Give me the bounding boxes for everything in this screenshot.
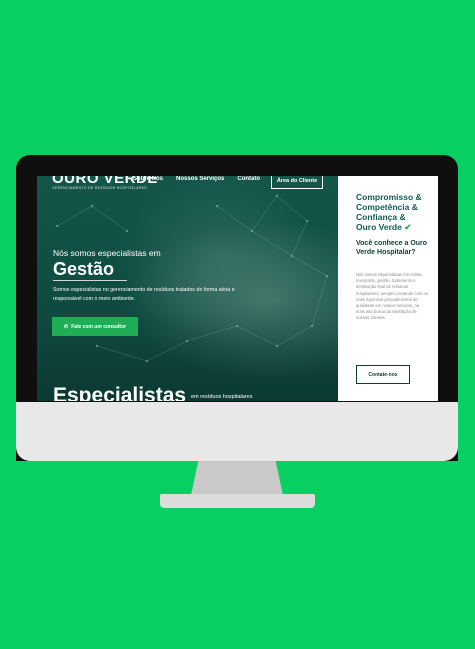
logo-subtitle: GERENCIAMENTO DE RESÍDUOS HOSPITALARES bbox=[52, 186, 147, 190]
sidebar-title: Compromisso & Competência & Confiança & … bbox=[356, 192, 436, 232]
main-nav: Sobre Nós Nossos Serviços Contato bbox=[133, 176, 260, 182]
monitor-chin bbox=[16, 402, 458, 461]
client-area-button[interactable]: Área do Cliente bbox=[271, 176, 323, 189]
nav-item-sobre[interactable]: Sobre Nós bbox=[133, 176, 163, 182]
specialists-subtitle: em resíduos hospitalares bbox=[191, 394, 253, 400]
sidebar-title-line: Ouro Verde ✔ bbox=[356, 222, 436, 232]
sidebar-title-line: Compromisso & bbox=[356, 192, 422, 202]
sidebar-title-line: Competência & bbox=[356, 202, 418, 212]
sidebar-title-line: Confiança & bbox=[356, 212, 406, 222]
hero-divider bbox=[53, 280, 127, 281]
nav-item-contato[interactable]: Contato bbox=[237, 176, 260, 182]
consultant-button[interactable]: ✆ Fale com um consultor bbox=[52, 317, 138, 336]
hero-heading-small: Nós somos especialistas em bbox=[53, 248, 161, 258]
website-screen: OURO VERDE GERENCIAMENTO DE RESÍDUOS HOS… bbox=[37, 176, 438, 401]
sidebar-panel: Compromisso & Competência & Confiança & … bbox=[338, 176, 438, 401]
whatsapp-icon: ✆ bbox=[64, 323, 69, 330]
sidebar-question: Você conhece a Ouro Verde Hospitalar? bbox=[356, 240, 428, 256]
monitor-stand-base bbox=[160, 494, 315, 508]
sidebar-title-brand: Ouro Verde bbox=[356, 222, 402, 232]
specialists-title: Especialistas bbox=[53, 384, 187, 401]
consultant-button-label: Fale com um consultor bbox=[71, 323, 126, 330]
nav-item-servicos[interactable]: Nossos Serviços bbox=[176, 176, 224, 182]
sidebar-text: Nós somos especialistas em coleta, trans… bbox=[356, 272, 428, 321]
hero-description: Somos especialistas no gerenciamento de … bbox=[53, 287, 235, 302]
monitor-stand-neck bbox=[191, 461, 283, 495]
hero-heading-big: Gestão bbox=[53, 259, 115, 279]
hero-section: OURO VERDE GERENCIAMENTO DE RESÍDUOS HOS… bbox=[37, 176, 338, 401]
check-circle-icon: ✔ bbox=[404, 222, 412, 232]
contact-button[interactable]: Contate-nos bbox=[356, 365, 410, 384]
